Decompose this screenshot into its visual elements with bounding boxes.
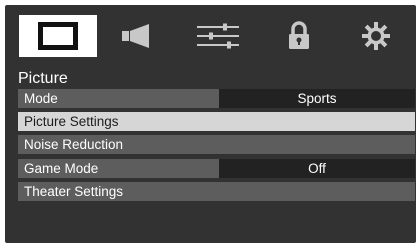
menu-item-label: Theater Settings <box>24 184 124 199</box>
picture-icon <box>38 22 78 50</box>
tab-adjustments[interactable] <box>179 15 257 57</box>
menu-item-label: Mode <box>24 91 58 106</box>
menu-item-theater-settings[interactable]: Theater Settings <box>18 182 415 201</box>
tab-settings[interactable] <box>337 15 415 57</box>
tv-menu-screen: Picture Mode Sports Picture Settings Noi… <box>5 5 416 243</box>
tab-lock[interactable] <box>260 15 338 57</box>
menu-tab-bar <box>19 15 415 57</box>
menu-item-picture-settings[interactable]: Picture Settings <box>18 112 415 131</box>
sliders-icon <box>197 23 239 49</box>
speaker-icon <box>122 24 149 48</box>
gear-icon <box>362 22 390 50</box>
section-title: Picture <box>18 70 68 87</box>
menu-item-value: Sports <box>219 89 415 108</box>
tab-picture[interactable] <box>19 15 97 57</box>
menu-item-label: Picture Settings <box>24 114 119 129</box>
menu-item-label: Noise Reduction <box>24 137 124 152</box>
menu-item-value: Off <box>219 159 415 178</box>
menu-item-game-mode[interactable]: Game Mode Off <box>18 159 415 178</box>
menu-item-noise-reduction[interactable]: Noise Reduction <box>18 135 415 154</box>
menu-item-label: Game Mode <box>24 161 99 176</box>
lock-icon <box>289 21 309 49</box>
menu-item-mode[interactable]: Mode Sports <box>18 89 415 108</box>
tab-audio[interactable] <box>98 15 176 57</box>
